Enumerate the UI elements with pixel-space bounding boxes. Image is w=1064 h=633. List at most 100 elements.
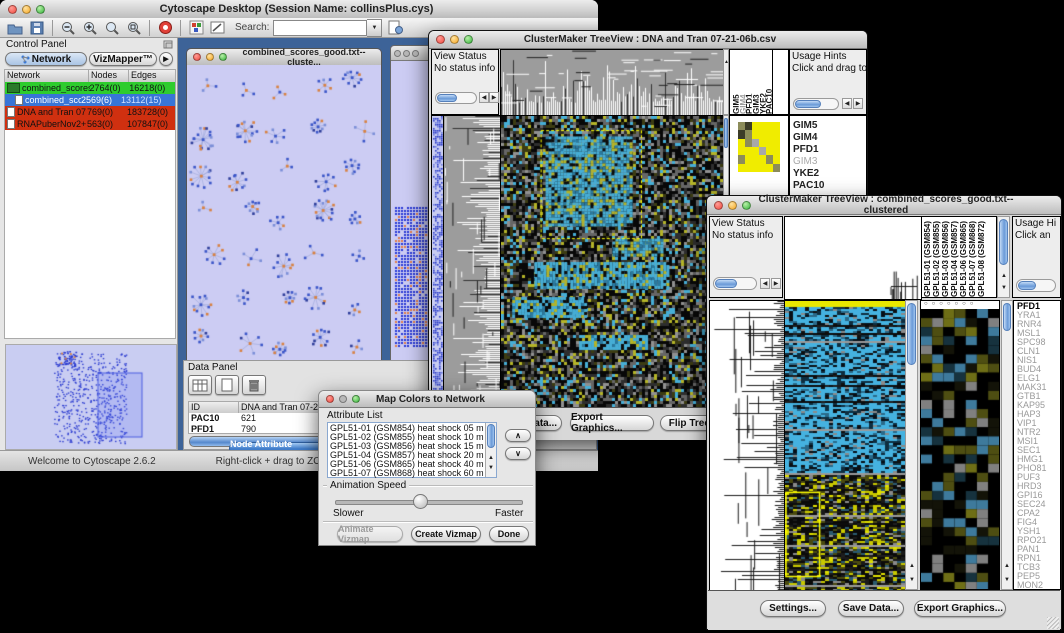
zoom-matrix-cell[interactable] <box>759 164 766 172</box>
zoom-matrix-cell[interactable] <box>752 155 759 163</box>
zoom-selected-button[interactable] <box>102 19 122 37</box>
array-col-label[interactable]: GPL51-08 (GSM872) <box>977 217 986 297</box>
network-view-titlebar[interactable]: combined_scores_good.txt--cluste... <box>187 49 381 66</box>
attribute-list-vscrollbar[interactable]: ▲ ▼ <box>485 423 496 477</box>
zoom-col-label[interactable]: GIM3 <box>752 50 759 114</box>
new-attribute-button[interactable] <box>215 375 239 395</box>
view-status-hscrollbar[interactable] <box>713 277 757 290</box>
zoom-button[interactable] <box>464 35 473 44</box>
zoom-matrix-cell[interactable] <box>752 122 759 130</box>
zoom-matrix-cell[interactable] <box>752 164 759 172</box>
usage-hints-hscrollbar[interactable] <box>1016 279 1056 292</box>
table-row-selected[interactable]: combined_sco 2569(6) 13112(15) <box>5 94 175 106</box>
zoom-matrix-cell[interactable] <box>766 155 773 163</box>
scroll-right-button[interactable]: ▶ <box>489 92 499 103</box>
done-button[interactable]: Done <box>489 526 529 542</box>
close-button[interactable] <box>193 53 201 61</box>
zoom-matrix-cell[interactable] <box>759 122 766 130</box>
table-row[interactable]: DNA and Tran 07 769(0) 183728(0) <box>5 106 175 118</box>
zoom-matrix-cell[interactable] <box>738 164 745 172</box>
zoom-matrix-cell[interactable] <box>738 130 745 138</box>
zoom-button[interactable] <box>412 50 419 57</box>
attribute-item[interactable]: GPL51-07 (GSM868) heat shock 60 min <box>330 469 484 478</box>
array-col-label[interactable]: GPL51-03 (GSM856) <box>941 217 950 297</box>
animate-vizmap-button[interactable]: Animate Vizmap <box>337 526 403 542</box>
zoom-matrix-cell[interactable] <box>773 155 780 163</box>
zoom-in-button[interactable] <box>80 19 100 37</box>
tv1-row-dendrogram[interactable] <box>443 115 501 409</box>
array-col-label[interactable]: GPL51-04 (GSM857) <box>950 217 959 297</box>
zoom-out-button[interactable] <box>58 19 78 37</box>
zoom-matrix-cell[interactable] <box>773 130 780 138</box>
minimize-button[interactable] <box>339 395 347 403</box>
usage-hints-hscrollbar[interactable] <box>793 98 839 110</box>
treeview2-titlebar[interactable]: ClusterMaker TreeView : combined_scores_… <box>707 196 1061 215</box>
scroll-right-button[interactable]: ▶ <box>853 98 863 109</box>
float-panel-icon[interactable] <box>163 36 173 54</box>
zoom-col-label[interactable]: PAC10 <box>765 50 772 114</box>
tv1-column-dendrogram[interactable] <box>500 49 725 117</box>
zoom-row-label[interactable]: GIM5 <box>793 120 866 132</box>
search-dropdown-button[interactable]: ▼ <box>367 19 382 37</box>
zoom-matrix-cell[interactable] <box>745 155 752 163</box>
network-grid-titlebar[interactable] <box>391 46 433 61</box>
export-graphics-button[interactable]: Export Graphics... <box>914 600 1006 617</box>
attribute-table-button[interactable] <box>188 375 212 395</box>
tab-overflow[interactable]: ▶ <box>159 52 173 66</box>
zoom-matrix-cell[interactable] <box>766 139 773 147</box>
move-up-button[interactable]: ∧ <box>505 429 531 442</box>
zoom-matrix-cell[interactable] <box>738 155 745 163</box>
tab-network[interactable]: Network <box>5 52 87 66</box>
zoom-row-label[interactable]: GIM4 <box>793 132 866 144</box>
zoom-matrix-cell[interactable] <box>745 147 752 155</box>
close-button[interactable] <box>436 35 445 44</box>
zoom-matrix-cell[interactable] <box>773 164 780 172</box>
zoom-row-label[interactable]: GIM3 <box>793 156 866 168</box>
zoom-matrix-cell[interactable] <box>759 130 766 138</box>
zoom-matrix-cell[interactable] <box>773 122 780 130</box>
birdseye-view[interactable] <box>5 344 177 450</box>
zoom-col-label[interactable]: GIM5 <box>732 50 739 114</box>
close-button[interactable] <box>8 5 17 14</box>
zoom-matrix-cell[interactable] <box>752 130 759 138</box>
tv2-zoom-vscrollbar[interactable]: ▲ ▼ <box>1001 300 1013 590</box>
annotation-button[interactable] <box>208 19 228 37</box>
settings-button[interactable]: Settings... <box>760 600 826 617</box>
minimize-button[interactable] <box>450 35 459 44</box>
zoom-row-label[interactable]: PAC10 <box>793 180 866 192</box>
open-session-button[interactable] <box>5 19 25 37</box>
zoom-matrix-cell[interactable] <box>759 155 766 163</box>
dialog-titlebar[interactable]: Map Colors to Network <box>319 391 535 408</box>
search-input[interactable] <box>273 20 367 36</box>
zoom-matrix-cell[interactable] <box>745 164 752 172</box>
tv2-global-heatmap[interactable] <box>784 300 906 592</box>
zoom-matrix-cell[interactable] <box>745 122 752 130</box>
minimize-button[interactable] <box>728 201 737 210</box>
zoom-col-label[interactable]: PFD1 <box>745 50 752 114</box>
zoom-matrix-cell[interactable] <box>759 147 766 155</box>
view-status-hscrollbar[interactable] <box>435 92 477 104</box>
table-row[interactable]: combined_scores 2764(0) 16218(0) <box>5 82 175 94</box>
scroll-left-button[interactable]: ◀ <box>479 92 489 103</box>
network-view-canvas[interactable] <box>187 65 381 369</box>
zoom-matrix-cell[interactable] <box>752 139 759 147</box>
scroll-left-button[interactable]: ◀ <box>760 278 770 289</box>
scroll-right-button[interactable]: ▶ <box>771 278 781 289</box>
array-col-label[interactable]: GPL51-02 (GSM855) <box>932 217 941 297</box>
close-button[interactable] <box>714 201 723 210</box>
zoom-matrix-cell[interactable] <box>766 147 773 155</box>
zoom-matrix-cell[interactable] <box>745 139 752 147</box>
tv1-global-heatmap[interactable] <box>500 115 725 409</box>
zoom-button[interactable] <box>352 395 360 403</box>
vizmapper-button[interactable] <box>186 19 206 37</box>
array-col-label[interactable]: GPL51-06 (GSM865) <box>959 217 968 297</box>
close-button[interactable] <box>326 395 334 403</box>
animation-slider-thumb[interactable] <box>413 494 428 509</box>
table-cell[interactable]: PAC10 <box>189 413 241 424</box>
tab-vizmapper[interactable]: VizMapper™ <box>89 52 157 66</box>
table-cell[interactable]: PFD1 <box>189 424 241 435</box>
save-data-button[interactable]: Save Data... <box>838 600 904 617</box>
zoom-fit-button[interactable] <box>124 19 144 37</box>
zoom-row-label[interactable]: YKE2 <box>793 168 866 180</box>
tv2-column-dendrogram[interactable] <box>784 216 922 300</box>
